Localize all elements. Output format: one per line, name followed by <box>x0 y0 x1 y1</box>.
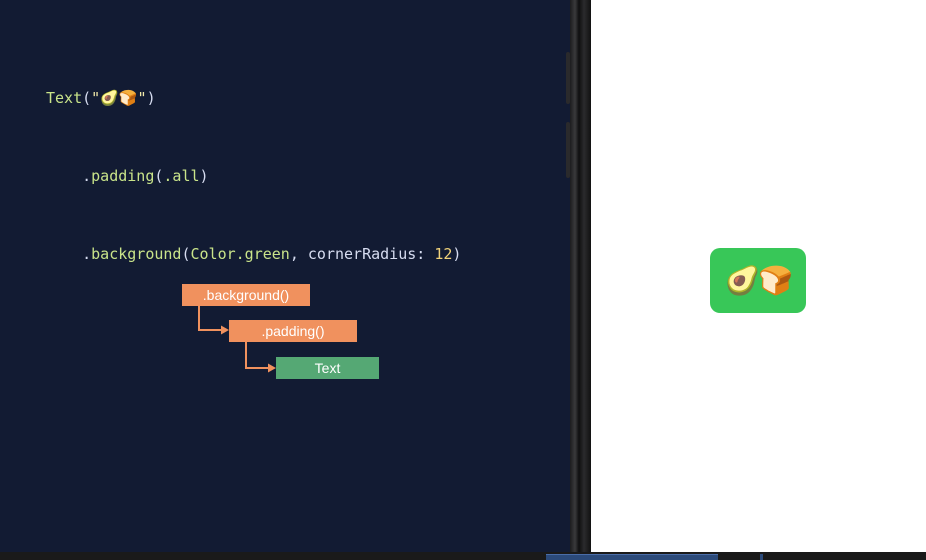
diagram-node-background: .background() <box>182 284 310 306</box>
diagram-node-text: Text <box>276 357 379 379</box>
canvas-preview: 🥑🍞 <box>591 0 926 552</box>
arrow-right-icon <box>198 306 229 335</box>
diagram-connectors <box>198 306 276 373</box>
bottom-control[interactable] <box>546 554 718 560</box>
frame-button <box>566 52 570 104</box>
diagram-node-padding: .padding() <box>229 320 357 342</box>
view-hierarchy-diagram: .background() .padding() Text <box>0 0 570 556</box>
preview-text-view[interactable]: 🥑🍞 <box>710 248 806 313</box>
bottom-toolbar <box>0 552 926 560</box>
screen: Text("🥑🍞") .padding(.all) .background(Co… <box>0 0 926 560</box>
code-editor[interactable]: Text("🥑🍞") .padding(.all) .background(Co… <box>0 0 570 556</box>
bottom-indicator <box>760 554 763 560</box>
device-frame-edge <box>570 0 591 556</box>
arrow-right-icon <box>245 342 276 373</box>
frame-button <box>566 122 570 178</box>
